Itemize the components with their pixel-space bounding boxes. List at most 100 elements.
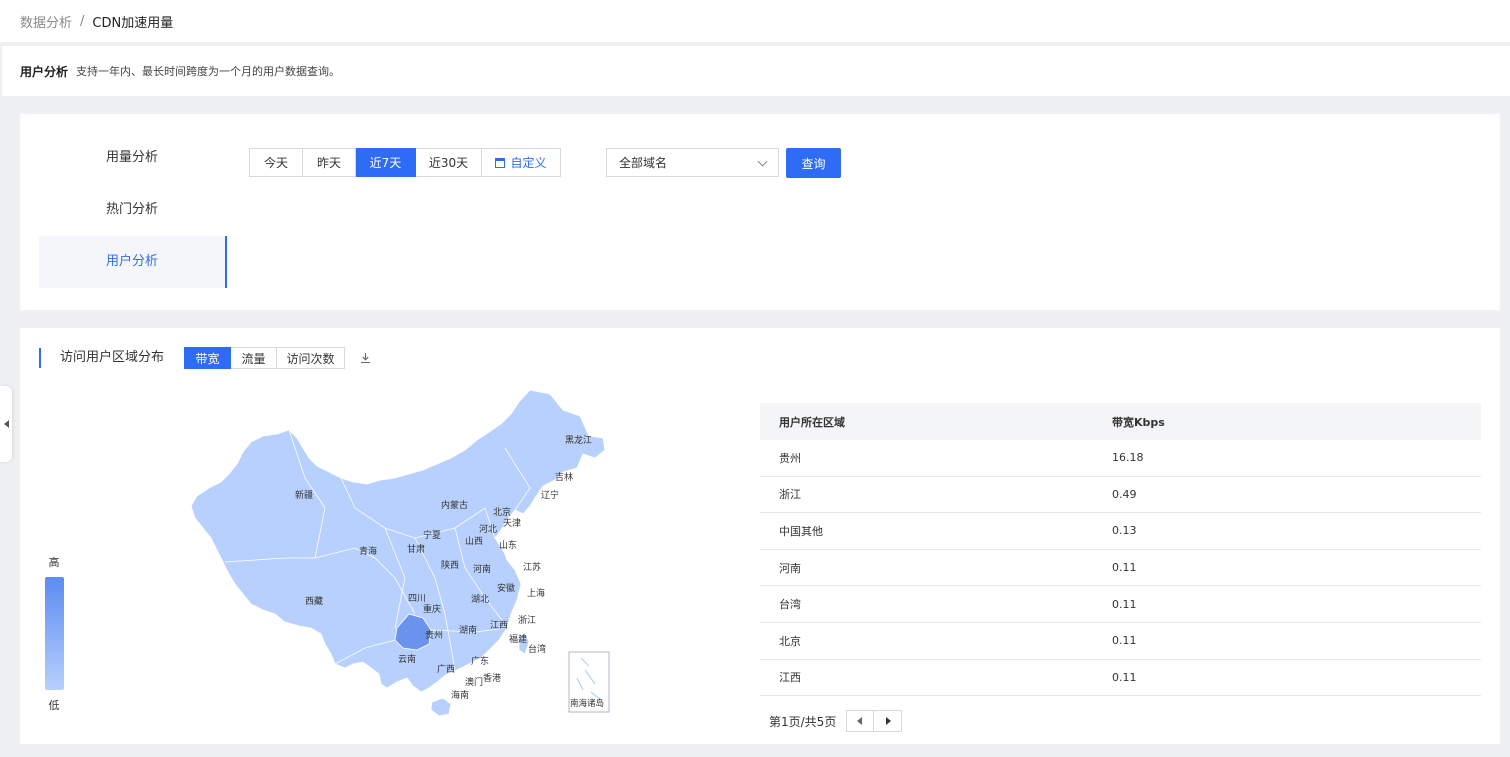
metric-traffic-button[interactable]: 流量 (231, 347, 277, 369)
bandwidth-cell: 0.11 (1112, 670, 1137, 684)
map-label-henan: 河南 (473, 563, 491, 574)
query-button[interactable]: 查询 (786, 148, 841, 178)
breadcrumb-current: CDN加速用量 (92, 15, 174, 31)
table-row: 中国其他 0.13 (760, 513, 1481, 550)
map-label-guangxi: 广西 (437, 663, 455, 674)
table-row: 台湾 0.11 (760, 586, 1481, 623)
map-label-jiangxi: 江西 (490, 620, 508, 630)
bandwidth-cell: 16.18 (1112, 451, 1144, 465)
map-label-hubei: 湖北 (471, 594, 489, 604)
region-cell: 台湾 (779, 598, 801, 612)
breadcrumb: 数据分析 / CDN加速用量 (0, 0, 1510, 42)
card-title: 访问用户区域分布 (39, 348, 164, 368)
page-info: 第1页/共5页 (769, 714, 837, 729)
map-label-liaoning: 辽宁 (541, 489, 559, 500)
map-label-jilin: 吉林 (555, 471, 573, 482)
date-custom-label: 自定义 (510, 156, 547, 170)
map-label-hunan: 湖南 (459, 624, 477, 635)
map-label-heilongjiang: 黑龙江 (565, 434, 592, 445)
region-cell: 中国其他 (779, 524, 823, 538)
map-label-shaanxi: 陕西 (441, 559, 459, 570)
caret-right-icon (885, 717, 891, 725)
sidebar-collapse-handle[interactable] (0, 386, 12, 462)
nav-item-hot[interactable]: 热门分析 (39, 184, 227, 236)
metric-visits-button[interactable]: 访问次数 (277, 347, 345, 369)
table-row: 河南 0.11 (760, 550, 1481, 587)
download-icon[interactable] (360, 352, 371, 364)
bandwidth-cell: 0.11 (1112, 634, 1137, 648)
map-label-jiangsu: 江苏 (523, 561, 541, 572)
breadcrumb-separator: / (80, 13, 85, 29)
map-label-shanghai: 上海 (527, 587, 545, 598)
domain-select[interactable]: 全部域名 (606, 148, 779, 177)
map-label-taiwan: 台湾 (528, 643, 546, 654)
date-today-button[interactable]: 今天 (249, 148, 303, 177)
region-cell: 贵州 (779, 451, 801, 465)
map-label-hebei: 河北 (479, 523, 497, 534)
map-label-shanxi: 山西 (465, 536, 483, 546)
map-label-neimenggu: 内蒙古 (441, 499, 468, 510)
date-range-group: 今天 昨天 近7天 近30天 自定义 (249, 148, 561, 177)
map-label-xizang: 西藏 (305, 595, 323, 606)
map-label-xianggang: 香港 (483, 672, 501, 683)
map-label-nanhai: 南海诸岛 (570, 698, 604, 708)
chevron-down-icon (757, 156, 768, 167)
calendar-icon (495, 157, 506, 168)
prev-page-button[interactable] (846, 710, 875, 732)
pagination: 第1页/共5页 (769, 710, 903, 732)
map-label-qinghai: 青海 (359, 545, 377, 556)
china-map[interactable]: 黑龙江 吉林 辽宁 内蒙古 新疆 北京 天津 河北 宁夏 山西 山东 甘肃 青海… (185, 388, 615, 718)
date-30days-button[interactable]: 近30天 (416, 148, 482, 177)
map-label-aomen: 澳门 (465, 676, 483, 687)
table-header-bandwidth: 带宽Kbps (1112, 415, 1165, 429)
map-label-anhui: 安徽 (497, 582, 515, 593)
caret-left-icon (857, 717, 863, 725)
legend-low-label: 低 (48, 699, 60, 712)
page-description: 支持一年内、最长时间跨度为一个月的用户数据查询。 (76, 65, 341, 78)
legend-gradient-bar (44, 577, 64, 690)
map-legend: 高 低 (42, 554, 66, 713)
metric-toggle-group: 带宽 流量 访问次数 (184, 347, 345, 369)
region-table: 用户所在区域 带宽Kbps 贵州 16.18 浙江 0.49 中国其他 0.13 河南… (760, 403, 1481, 697)
bandwidth-cell: 0.11 (1112, 597, 1137, 611)
page-intro: 用户分析 支持一年内、最长时间跨度为一个月的用户数据查询。 (2, 46, 1510, 96)
map-label-hainan: 海南 (451, 689, 469, 700)
nav-item-usage[interactable]: 用量分析 (39, 132, 227, 184)
table-row: 江西 0.11 (760, 660, 1481, 697)
map-label-fujian: 福建 (509, 633, 527, 644)
map-label-beijing: 北京 (493, 506, 511, 517)
map-label-yunnan: 云南 (398, 653, 416, 664)
analysis-nav: 用量分析 热门分析 用户分析 (39, 132, 227, 288)
domain-select-value: 全部域名 (619, 156, 668, 170)
map-label-zhejiang: 浙江 (518, 614, 536, 625)
date-yesterday-button[interactable]: 昨天 (303, 148, 356, 177)
map-label-ningxia: 宁夏 (423, 529, 441, 540)
table-row: 北京 0.11 (760, 623, 1481, 660)
map-label-guizhou: 贵州 (425, 629, 443, 640)
caret-left-icon (3, 420, 9, 428)
table-header-region: 用户所在区域 (779, 415, 845, 429)
date-7days-button[interactable]: 近7天 (356, 148, 416, 177)
page-title: 用户分析 (20, 64, 69, 79)
bandwidth-cell: 0.11 (1112, 561, 1137, 575)
table-row: 贵州 16.18 (760, 440, 1481, 477)
metric-bandwidth-button[interactable]: 带宽 (184, 347, 231, 369)
map-label-sichuan: 四川 (408, 593, 426, 603)
map-label-chongqing: 重庆 (423, 603, 441, 614)
legend-high-label: 高 (48, 556, 60, 569)
table-row: 浙江 0.49 (760, 477, 1481, 514)
region-cell: 江西 (779, 671, 801, 685)
region-cell: 北京 (779, 634, 801, 648)
map-label-gansu: 甘肃 (407, 543, 425, 554)
date-custom-button[interactable]: 自定义 (482, 148, 561, 177)
next-page-button[interactable] (874, 710, 903, 732)
map-label-tianjin: 天津 (503, 518, 521, 528)
filter-card: 用量分析 热门分析 用户分析 今天 昨天 近7天 近30天 自定义 全部域名 查… (20, 114, 1500, 310)
region-cell: 浙江 (779, 488, 801, 502)
bandwidth-cell: 0.13 (1112, 524, 1137, 538)
map-label-shandong: 山东 (499, 539, 517, 550)
nav-item-user[interactable]: 用户分析 (39, 236, 227, 288)
breadcrumb-parent-link[interactable]: 数据分析 (20, 12, 72, 31)
bandwidth-cell: 0.49 (1112, 487, 1137, 501)
map-label-xinjiang: 新疆 (295, 489, 313, 500)
